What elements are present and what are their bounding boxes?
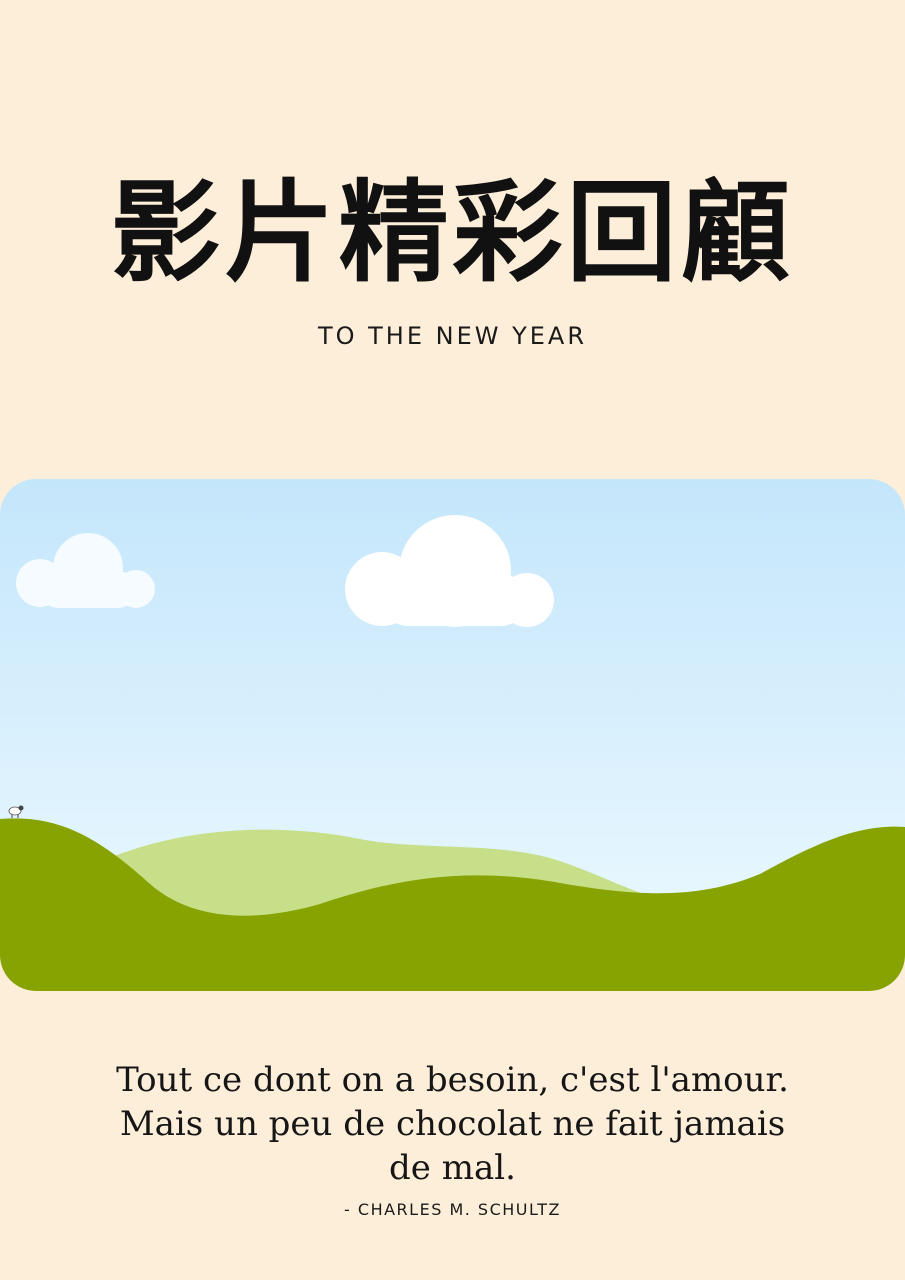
poster-subtitle: TO THE NEW YEAR: [317, 322, 588, 350]
landscape-illustration: [0, 479, 905, 991]
quote-author: - CHARLES M. SCHULTZ: [344, 1200, 561, 1219]
poster-title: 影片精彩回顧: [110, 169, 795, 297]
poster: 影片精彩回顧 TO THE NEW YEAR Tout ce dont on a…: [0, 0, 905, 1280]
landscape-svg: [0, 479, 905, 991]
quote-text: Tout ce dont on a besoin, c'est l'amour.…: [116, 1060, 789, 1188]
